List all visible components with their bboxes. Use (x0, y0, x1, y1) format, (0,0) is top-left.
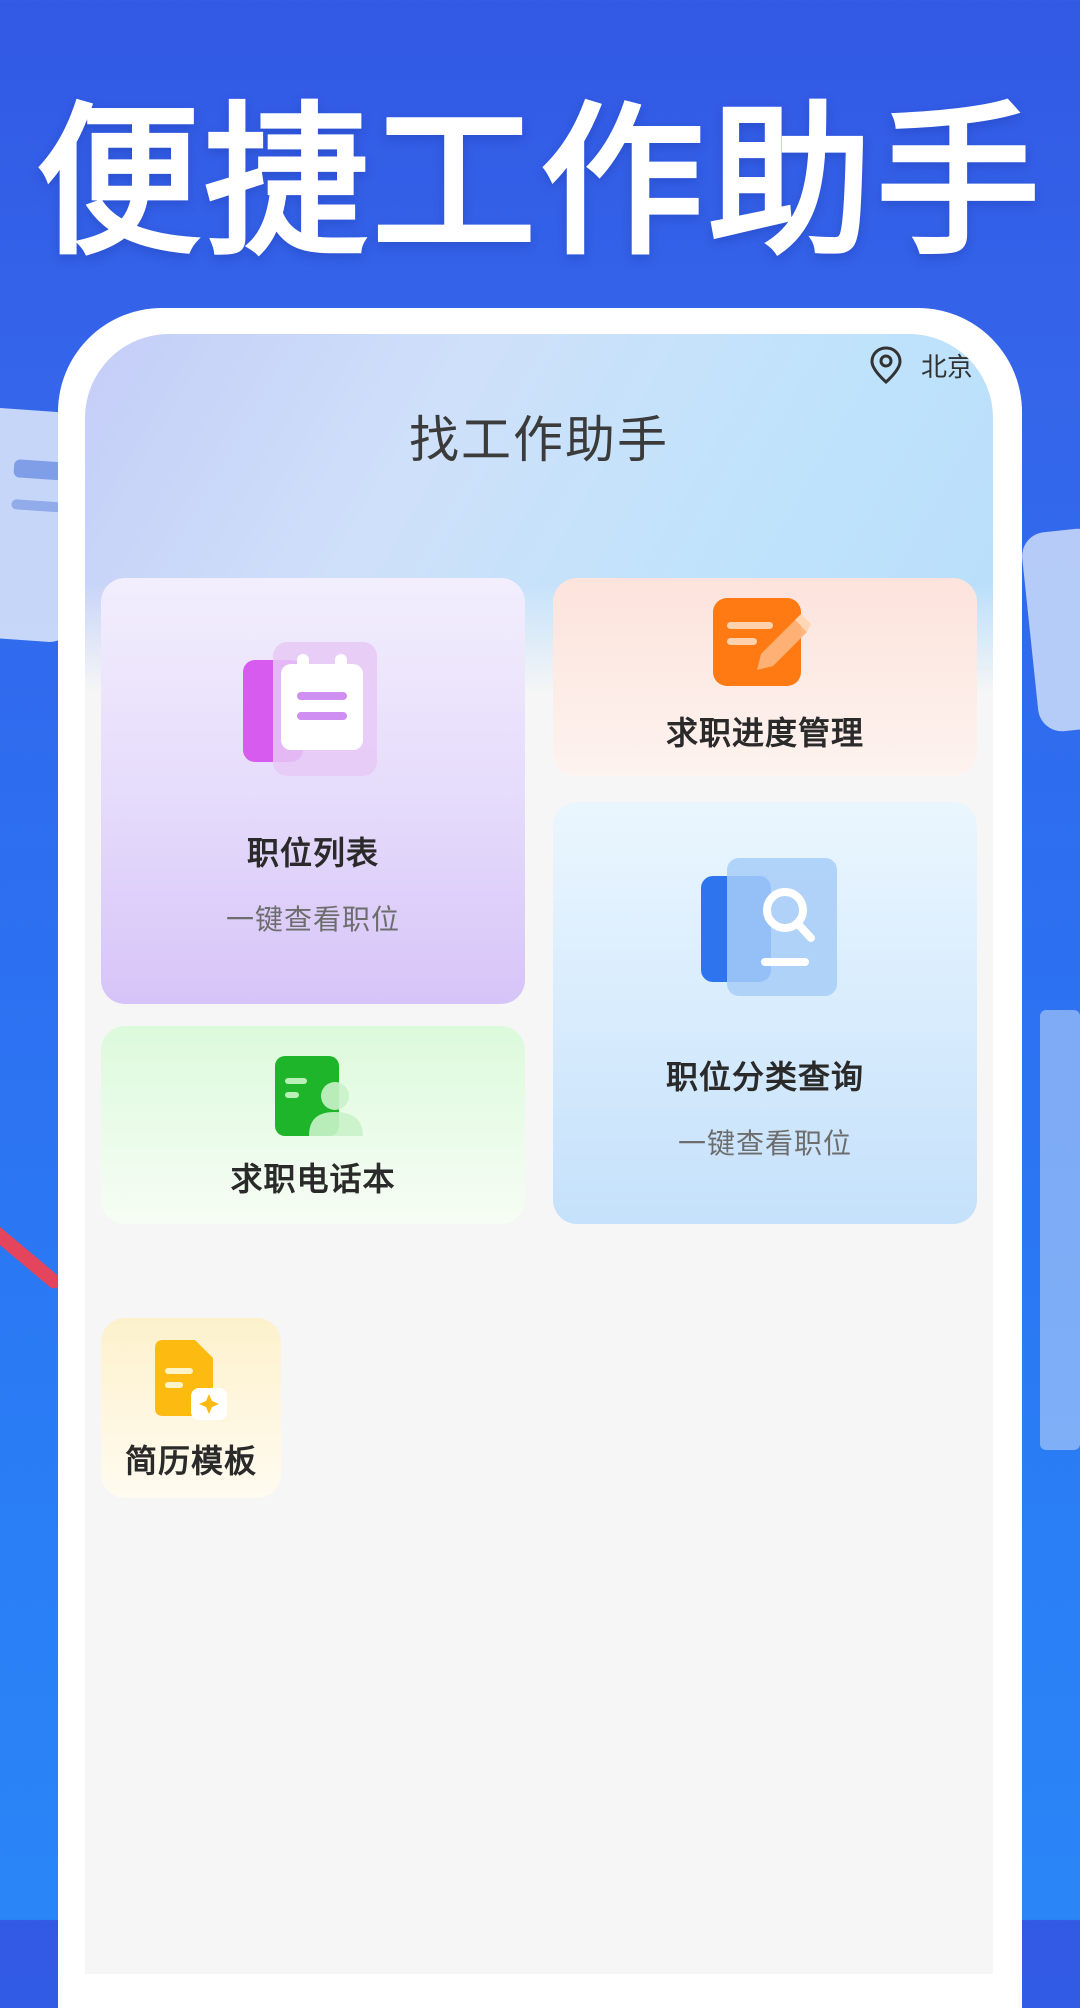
location-pin-icon (870, 346, 902, 384)
job-progress-card[interactable]: 求职进度管理 (553, 578, 977, 776)
app-screen: 北京 找工作助手 职位列表 一键查看职位 求职进度管理 求职电话本 职位分类查询… (85, 334, 993, 1974)
app-title: 找工作助手 (409, 411, 669, 469)
job-list-card[interactable]: 职位列表 一键查看职位 (101, 578, 525, 1004)
job-category-title: 职位分类查询 (665, 1058, 864, 1096)
job-list-subtitle: 一键查看职位 (225, 903, 400, 936)
location-selector[interactable]: 北京 (869, 346, 979, 384)
background-decoration-stripe (0, 1222, 64, 1292)
job-list-title: 职位列表 (246, 834, 379, 872)
job-phonebook-card[interactable]: 求职电话本 (101, 1026, 525, 1224)
promo-headline: 便捷工作助手 (35, 87, 1044, 278)
job-category-subtitle: 一键查看职位 (677, 1127, 852, 1160)
location-text: 北京 (921, 352, 974, 383)
resume-template-title: 简历模板 (124, 1442, 257, 1480)
resume-template-card[interactable]: 简历模板 (101, 1318, 281, 1498)
note-pencil-icon (713, 598, 811, 686)
job-phonebook-title: 求职电话本 (230, 1160, 396, 1198)
job-progress-title: 求职进度管理 (665, 714, 864, 752)
job-category-card[interactable]: 职位分类查询 一键查看职位 (553, 802, 977, 1224)
clipboard-icon (243, 642, 377, 776)
search-document-icon (701, 858, 837, 996)
background-decoration-panel (1040, 1010, 1080, 1450)
background-decoration-card (1019, 526, 1080, 734)
contact-book-icon (275, 1056, 363, 1136)
resume-document-icon (155, 1340, 227, 1420)
